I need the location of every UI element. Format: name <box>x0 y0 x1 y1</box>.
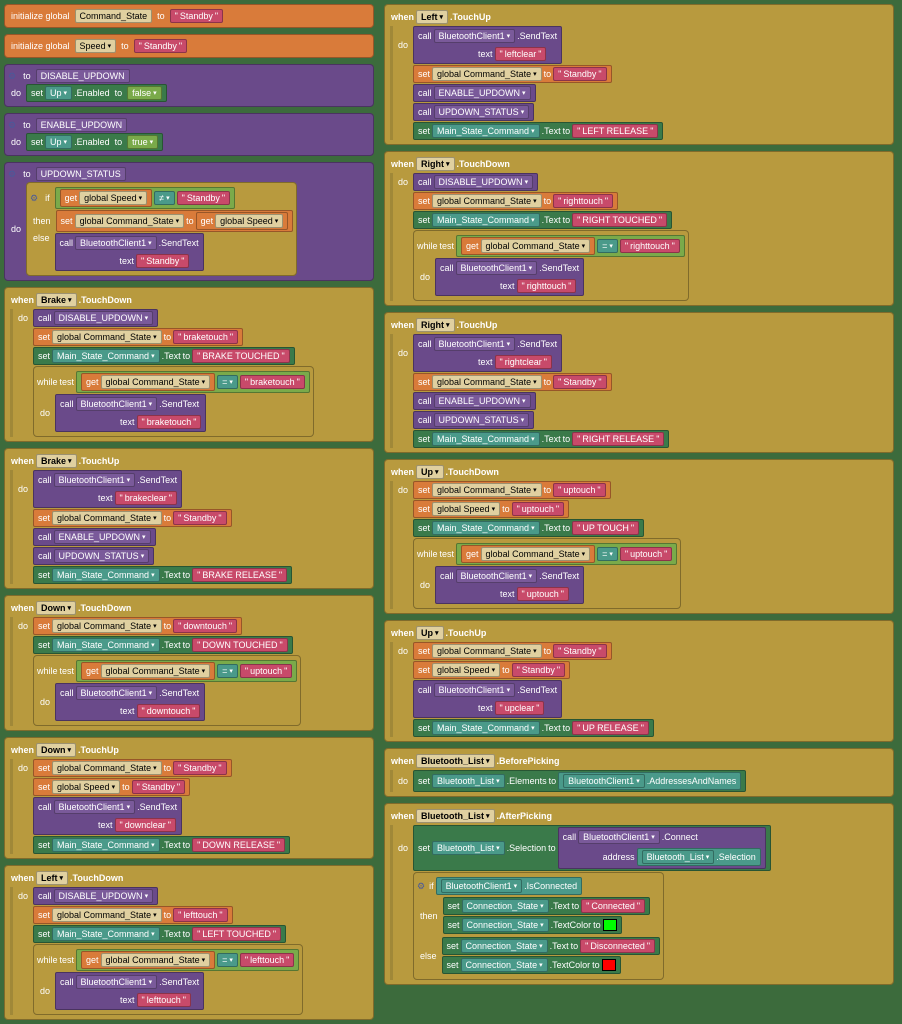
gear-icon[interactable] <box>8 120 18 131</box>
if-block[interactable]: if BluetoothClient1.IsConnected then set… <box>413 872 664 980</box>
event-down-touchdown[interactable]: when Down.TouchDown doset global Command… <box>4 595 374 731</box>
event-right-touchdown[interactable]: when Right.TouchDown docall DISABLE_UPDO… <box>384 151 894 306</box>
init-command-state[interactable]: initialize global Command_State to " Sta… <box>4 4 374 28</box>
proc-enable-updown[interactable]: to ENABLE_UPDOWN do set Up .Enabled to t… <box>4 113 374 156</box>
gear-icon[interactable] <box>417 881 427 892</box>
event-right-touchup[interactable]: when Right.TouchUp do call BluetoothClie… <box>384 312 894 453</box>
proc-updown-status[interactable]: to UPDOWN_STATUS do if get global Speed … <box>4 162 374 281</box>
event-btlist-after[interactable]: when Bluetooth_List.AfterPicking do set … <box>384 803 894 985</box>
event-btlist-before[interactable]: when Bluetooth_List.BeforePicking do set… <box>384 748 894 797</box>
event-up-touchup[interactable]: when Up.TouchUp doset global Command_Sta… <box>384 620 894 742</box>
event-up-touchdown[interactable]: when Up.TouchDown doset global Command_S… <box>384 459 894 614</box>
event-brake-touchdown[interactable]: when Brake.TouchDown do call DISABLE_UPD… <box>4 287 374 442</box>
event-brake-touchup[interactable]: when Brake.TouchUp do call BluetoothClie… <box>4 448 374 589</box>
gear-icon[interactable] <box>8 71 18 82</box>
event-left-touchup[interactable]: when Left.TouchUp do call BluetoothClien… <box>384 4 894 145</box>
proc-disable-updown[interactable]: to DISABLE_UPDOWN do set Up .Enabled to … <box>4 64 374 107</box>
init-speed[interactable]: initialize global Speed to " Standby " <box>4 34 374 58</box>
string-standby[interactable]: " Standby " <box>170 9 223 23</box>
string-standby[interactable]: " Standby " <box>134 39 187 53</box>
color-red[interactable] <box>602 959 616 971</box>
if-block[interactable]: if get global Speed ≠ " Standby " then s… <box>26 182 297 276</box>
color-green[interactable] <box>603 919 617 931</box>
var-speed[interactable]: Speed <box>75 39 117 53</box>
event-left-touchdown[interactable]: when Left.TouchDown docall DISABLE_UPDOW… <box>4 865 374 1020</box>
gear-icon[interactable] <box>8 169 18 180</box>
var-command-state[interactable]: Command_State <box>75 9 153 23</box>
gear-icon[interactable] <box>30 193 40 204</box>
event-down-touchup[interactable]: when Down.TouchUp doset global Command_S… <box>4 737 374 859</box>
while-block[interactable]: while test get global Command_State = " … <box>33 366 314 437</box>
